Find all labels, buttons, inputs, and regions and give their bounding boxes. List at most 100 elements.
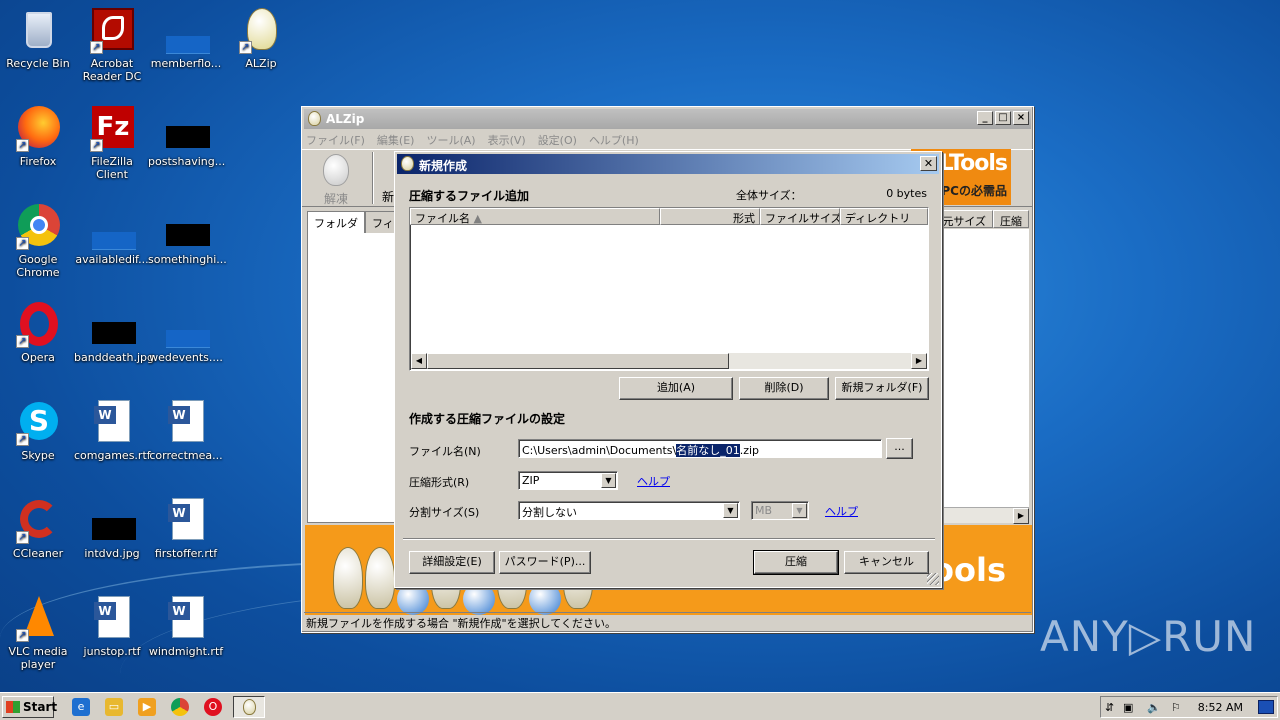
- tray-expand-icon[interactable]: ⇵: [1105, 701, 1114, 714]
- desktop-icon-opera[interactable]: ↗ Opera: [0, 300, 76, 364]
- add-button[interactable]: 追加(A): [619, 377, 733, 400]
- scroll-thumb[interactable]: [427, 353, 729, 369]
- alzip-icon: [243, 699, 256, 715]
- action-center-flag-icon[interactable]: ⚐: [1171, 701, 1181, 714]
- new-archive-dialog: 新規作成 ✕ 圧縮するファイル追加 全体サイズ： 0 bytes ファイル名 ▲…: [394, 151, 942, 588]
- format-select[interactable]: ZIP ▼: [518, 471, 618, 490]
- scroll-right-icon[interactable]: ▶: [1013, 508, 1029, 524]
- file-list[interactable]: ファイル名 ▲ 形式 ファイルサイズ ディレクトリ ◀ ▶: [409, 207, 929, 371]
- word-doc-icon: W: [88, 398, 136, 446]
- taskbar-alzip[interactable]: [233, 696, 265, 718]
- show-desktop-button[interactable]: [1258, 700, 1274, 714]
- word-doc-icon: W: [88, 594, 136, 642]
- word-doc-icon: W: [162, 398, 210, 446]
- dialog-title: 新規作成: [419, 159, 468, 173]
- column-directory[interactable]: ディレクトリ: [840, 208, 928, 225]
- desktop-icon-firefox[interactable]: ↗ Firefox: [0, 104, 76, 168]
- desktop-icon-word-doc[interactable]: W windmight.rtf: [148, 594, 224, 658]
- cancel-button[interactable]: キャンセル: [844, 551, 929, 574]
- windows-logo-icon: [6, 701, 20, 713]
- chevron-down-icon[interactable]: ▼: [723, 503, 738, 518]
- column-original-size[interactable]: 元サイズ: [935, 210, 993, 228]
- desktop-icon-image-file[interactable]: banddeath.jpg: [74, 300, 154, 364]
- new-folder-button[interactable]: 新規フォルダ(F): [835, 377, 929, 400]
- desktop-icon-filezilla[interactable]: Fz ↗ FileZilla Client: [74, 104, 150, 181]
- menu-file[interactable]: ファイル(F): [306, 132, 365, 149]
- desktop-icon-file[interactable]: somethinghi...: [148, 202, 227, 266]
- recycle-bin-icon: [14, 6, 62, 54]
- egg-icon: [323, 154, 349, 186]
- chrome-icon[interactable]: [171, 698, 189, 716]
- dialog-close-button[interactable]: ✕: [920, 156, 937, 171]
- column-compressed[interactable]: 圧縮: [993, 210, 1029, 228]
- desktop-icon-recycle-bin[interactable]: Recycle Bin: [0, 6, 76, 70]
- network-icon[interactable]: ▣: [1123, 701, 1133, 714]
- volume-icon[interactable]: 🔈: [1147, 701, 1161, 714]
- maximize-button[interactable]: □: [995, 111, 1011, 125]
- file-list-scrollbar[interactable]: ◀ ▶: [411, 353, 927, 369]
- desktop-icon-file[interactable]: postshaving...: [148, 104, 225, 168]
- desktop-icon-vlc[interactable]: ↗ VLC media player: [0, 594, 76, 671]
- menu-tools[interactable]: ツール(A): [426, 132, 475, 149]
- desktop-icon-acrobat[interactable]: ↗ Acrobat Reader DC: [74, 6, 150, 83]
- scroll-left-icon[interactable]: ◀: [411, 353, 427, 369]
- advanced-settings-button[interactable]: 詳細設定(E): [409, 551, 495, 574]
- word-doc-icon: W: [162, 496, 210, 544]
- close-button[interactable]: ×: [1013, 111, 1029, 125]
- desktop-icon-word-doc[interactable]: W junstop.rtf: [74, 594, 150, 658]
- horizontal-scrollbar[interactable]: ▶: [934, 507, 1029, 524]
- file-icon: [162, 202, 210, 250]
- menu-help[interactable]: ヘルプ(H): [589, 132, 639, 149]
- filename-input[interactable]: C:\Users\admin\Documents\名前なし_01.zip: [518, 439, 882, 458]
- ie-icon[interactable]: e: [72, 698, 90, 716]
- column-format[interactable]: 形式: [660, 208, 760, 225]
- password-button[interactable]: パスワード(P)...: [499, 551, 591, 574]
- image-file-icon: [88, 300, 136, 348]
- split-help-link[interactable]: ヘルプ: [825, 503, 858, 519]
- menu-edit[interactable]: 編集(E): [377, 132, 415, 149]
- dialog-titlebar[interactable]: 新規作成 ✕: [397, 154, 939, 174]
- section-add-files: 圧縮するファイル追加: [409, 189, 530, 203]
- media-player-icon[interactable]: ▶: [138, 698, 156, 716]
- desktop-icon-image-file[interactable]: intdvd.jpg: [74, 496, 150, 560]
- compress-button[interactable]: 圧縮: [753, 550, 839, 575]
- browse-button[interactable]: ...: [886, 438, 913, 459]
- alzip-icon: [308, 111, 321, 126]
- desktop-icon-word-doc[interactable]: W firstoffer.rtf: [148, 496, 224, 560]
- split-size-select[interactable]: 分割しない ▼: [518, 501, 740, 520]
- sort-ascending-icon: ▲: [473, 212, 482, 225]
- alzip-titlebar[interactable]: ALZip _ □ ×: [304, 109, 1031, 129]
- column-filesize[interactable]: ファイルサイズ: [760, 208, 840, 225]
- alzip-icon: [401, 156, 414, 171]
- acrobat-icon: ↗: [88, 6, 136, 54]
- desktop-icon-word-doc[interactable]: W correctmea...: [148, 398, 224, 462]
- desktop-icon-alzip[interactable]: ↗ ALZip: [223, 6, 299, 70]
- desktop-icon-word-doc[interactable]: W comgames.rtf: [74, 398, 151, 462]
- resize-grip[interactable]: [927, 573, 939, 585]
- folder-pane: [307, 211, 397, 523]
- explorer-icon[interactable]: ▭: [105, 698, 123, 716]
- start-button[interactable]: Start: [2, 696, 57, 718]
- desktop-icon-ccleaner[interactable]: ↗ CCleaner: [0, 496, 76, 560]
- chevron-down-icon[interactable]: ▼: [601, 473, 616, 488]
- desktop-icon-skype[interactable]: S ↗ Skype: [0, 398, 76, 462]
- desktop-icon-chrome[interactable]: ↗ Google Chrome: [0, 202, 76, 279]
- delete-button[interactable]: 削除(D): [739, 377, 829, 400]
- desktop-icon-file[interactable]: memberflo...: [148, 6, 224, 70]
- ccleaner-icon: ↗: [14, 496, 62, 544]
- menu-view[interactable]: 表示(V): [488, 132, 526, 149]
- opera-icon[interactable]: O: [204, 698, 222, 716]
- menu-settings[interactable]: 設定(O): [538, 132, 577, 149]
- new-button[interactable]: 新: [382, 188, 394, 205]
- scroll-right-icon[interactable]: ▶: [911, 353, 927, 369]
- dialog-separator: [403, 538, 935, 540]
- tab-folder[interactable]: フォルダ: [307, 211, 365, 233]
- desktop-icon-file[interactable]: availabledif...: [74, 202, 150, 266]
- column-filename[interactable]: ファイル名 ▲: [410, 208, 660, 225]
- format-help-link[interactable]: ヘルプ: [637, 473, 670, 489]
- total-size-label: 全体サイズ：: [736, 189, 802, 202]
- decompress-button[interactable]: 解凍: [312, 154, 360, 207]
- clock[interactable]: 8:52 AM: [1198, 701, 1243, 714]
- desktop-icon-file[interactable]: wedevents....: [148, 300, 224, 364]
- minimize-button[interactable]: _: [977, 111, 993, 125]
